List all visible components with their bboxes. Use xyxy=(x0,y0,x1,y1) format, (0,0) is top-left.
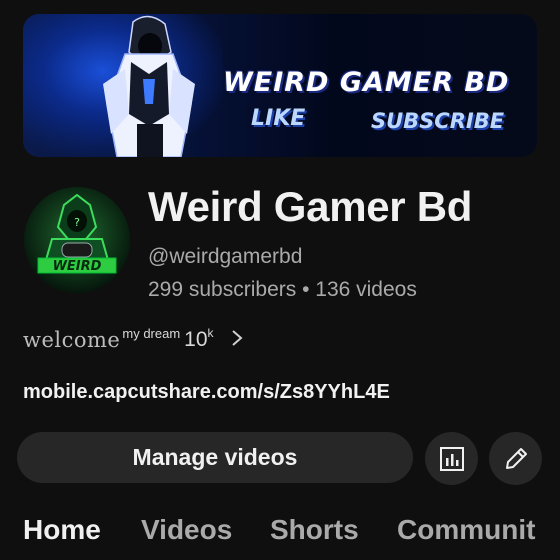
channel-name: Weird Gamer Bd xyxy=(148,183,473,230)
chevron-right-icon xyxy=(230,328,244,353)
svg-text:?: ? xyxy=(74,216,80,229)
channel-tabs: Home Videos Shorts Communit xyxy=(0,510,560,560)
analytics-button[interactable] xyxy=(425,432,478,485)
channel-description[interactable]: welcome my dream 10 k xyxy=(23,322,244,356)
description-text-2: my dream xyxy=(122,326,181,341)
description-text-4: k xyxy=(207,326,214,340)
manage-videos-label: Manage videos xyxy=(132,444,298,470)
banner-subscribe-text: SUBSCRIBE xyxy=(371,109,505,133)
channel-handle: @weirdgamerbd xyxy=(148,245,303,268)
channel-stats: 299 subscribers • 136 videos xyxy=(148,278,417,301)
hooded-gamer-illustration xyxy=(103,15,195,157)
channel-link[interactable]: mobile.capcutshare.com/s/Zs8YYhL4E xyxy=(23,381,390,404)
edit-channel-button[interactable] xyxy=(489,432,542,485)
manage-videos-button[interactable]: Manage videos xyxy=(17,432,413,483)
banner-title: WEIRD GAMER BD xyxy=(223,67,510,98)
channel-banner: WEIRD GAMER BD LIKE SUBSCRIBE xyxy=(23,14,537,157)
description-text-1: welcome xyxy=(23,328,121,352)
tab-videos[interactable]: Videos xyxy=(141,514,232,546)
tab-community[interactable]: Communit xyxy=(397,514,535,546)
channel-avatar[interactable]: ? WEIRD xyxy=(24,187,130,293)
hooded-gamer-logo-icon: ? WEIRD xyxy=(24,187,130,293)
tab-home[interactable]: Home xyxy=(23,514,101,546)
banner-like-text: LIKE xyxy=(251,106,306,131)
description-text-3: 10 xyxy=(184,328,208,351)
tab-shorts[interactable]: Shorts xyxy=(270,514,359,546)
svg-text:WEIRD: WEIRD xyxy=(53,259,102,274)
pencil-icon xyxy=(505,447,527,469)
analytics-icon xyxy=(439,446,464,471)
